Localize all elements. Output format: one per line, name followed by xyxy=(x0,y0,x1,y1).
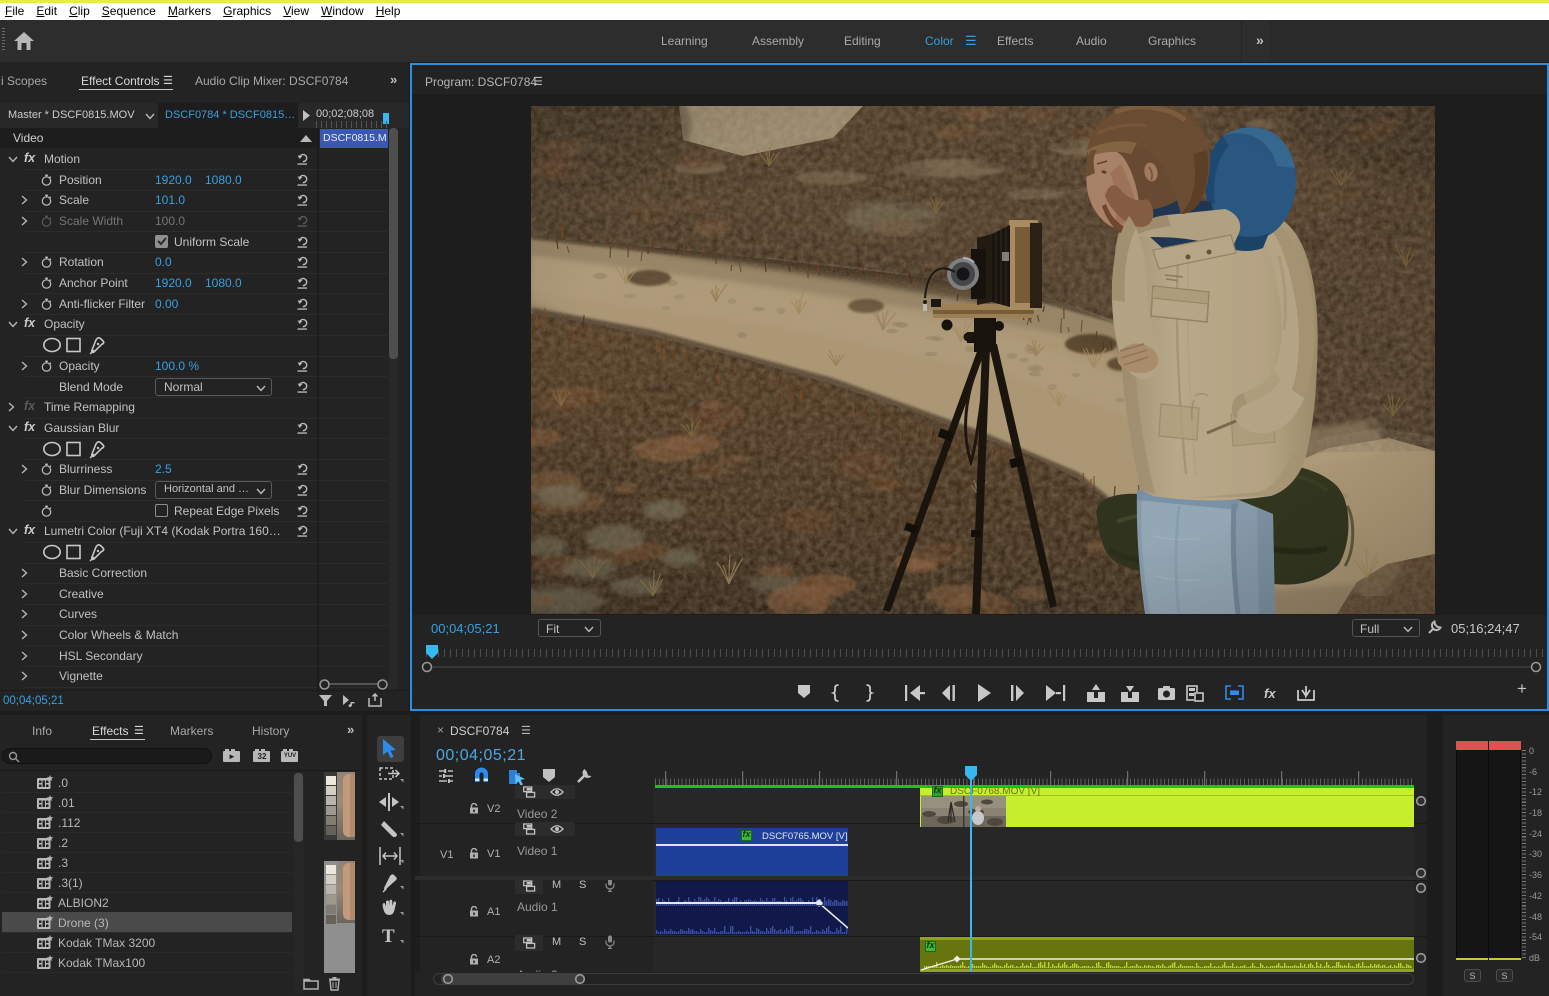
svg-text:fx: fx xyxy=(1264,686,1276,701)
svg-text:T: T xyxy=(382,926,395,947)
